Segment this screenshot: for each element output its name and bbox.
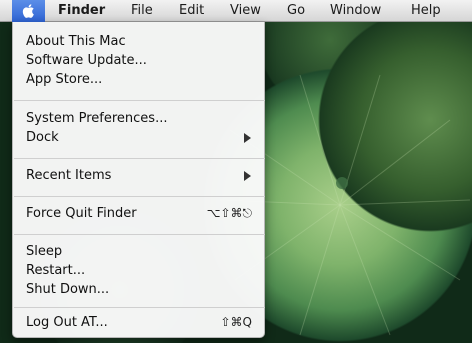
menu-item-system-preferences[interactable]: System Preferences... (13, 110, 264, 129)
menu-item-label: Sleep (26, 244, 63, 259)
menu-item-sleep[interactable]: Sleep (13, 243, 264, 262)
menu-separator (14, 158, 265, 159)
menu-item-app-store[interactable]: App Store... (13, 71, 264, 90)
apple-logo-icon (22, 3, 36, 19)
menu-item-label: Recent Items (26, 168, 112, 183)
menu-item-log-out[interactable]: Log Out AT... ⇧⌘Q (13, 314, 264, 333)
menu-help[interactable]: Help (411, 3, 441, 18)
menu-item-about-this-mac[interactable]: About This Mac (13, 33, 264, 52)
menu-window[interactable]: Window (330, 3, 381, 18)
menu-item-shut-down[interactable]: Shut Down... (13, 281, 264, 300)
menu-separator (14, 234, 265, 235)
menu-go[interactable]: Go (287, 3, 305, 18)
menu-item-label: Log Out AT... (26, 315, 108, 330)
menu-item-restart[interactable]: Restart... (13, 262, 264, 281)
menu-view[interactable]: View (230, 3, 261, 18)
menu-file[interactable]: File (131, 3, 153, 18)
menu-item-label: Force Quit Finder (26, 206, 137, 221)
menu-item-label: Software Update... (26, 53, 147, 68)
menu-item-software-update[interactable]: Software Update... (13, 52, 264, 71)
menu-item-label: Restart... (26, 263, 86, 278)
menu-separator (14, 196, 265, 197)
menu-edit[interactable]: Edit (179, 3, 204, 18)
submenu-arrow-icon (244, 171, 251, 181)
menu-finder[interactable]: Finder (58, 3, 105, 18)
menu-item-label: System Preferences... (26, 111, 168, 126)
menu-item-dock[interactable]: Dock (13, 129, 264, 148)
menu-separator (14, 100, 265, 101)
menu-item-recent-items[interactable]: Recent Items (13, 167, 264, 186)
menu-item-label: About This Mac (26, 34, 126, 49)
menu-separator (14, 307, 265, 308)
keyboard-shortcut: ⌥⇧⌘⎋ (206, 206, 252, 220)
apple-menu-button[interactable] (12, 0, 45, 22)
keyboard-shortcut: ⇧⌘Q (220, 315, 253, 329)
submenu-arrow-icon (244, 133, 251, 143)
menu-item-label: App Store... (26, 72, 103, 87)
menu-item-label: Shut Down... (26, 282, 110, 297)
apple-menu-dropdown: About This Mac Software Update... App St… (12, 22, 265, 338)
menu-item-label: Dock (26, 130, 59, 145)
menu-item-force-quit-finder[interactable]: Force Quit Finder ⌥⇧⌘⎋ (13, 205, 264, 224)
menu-bar: Finder File Edit View Go Window Help (0, 0, 472, 22)
